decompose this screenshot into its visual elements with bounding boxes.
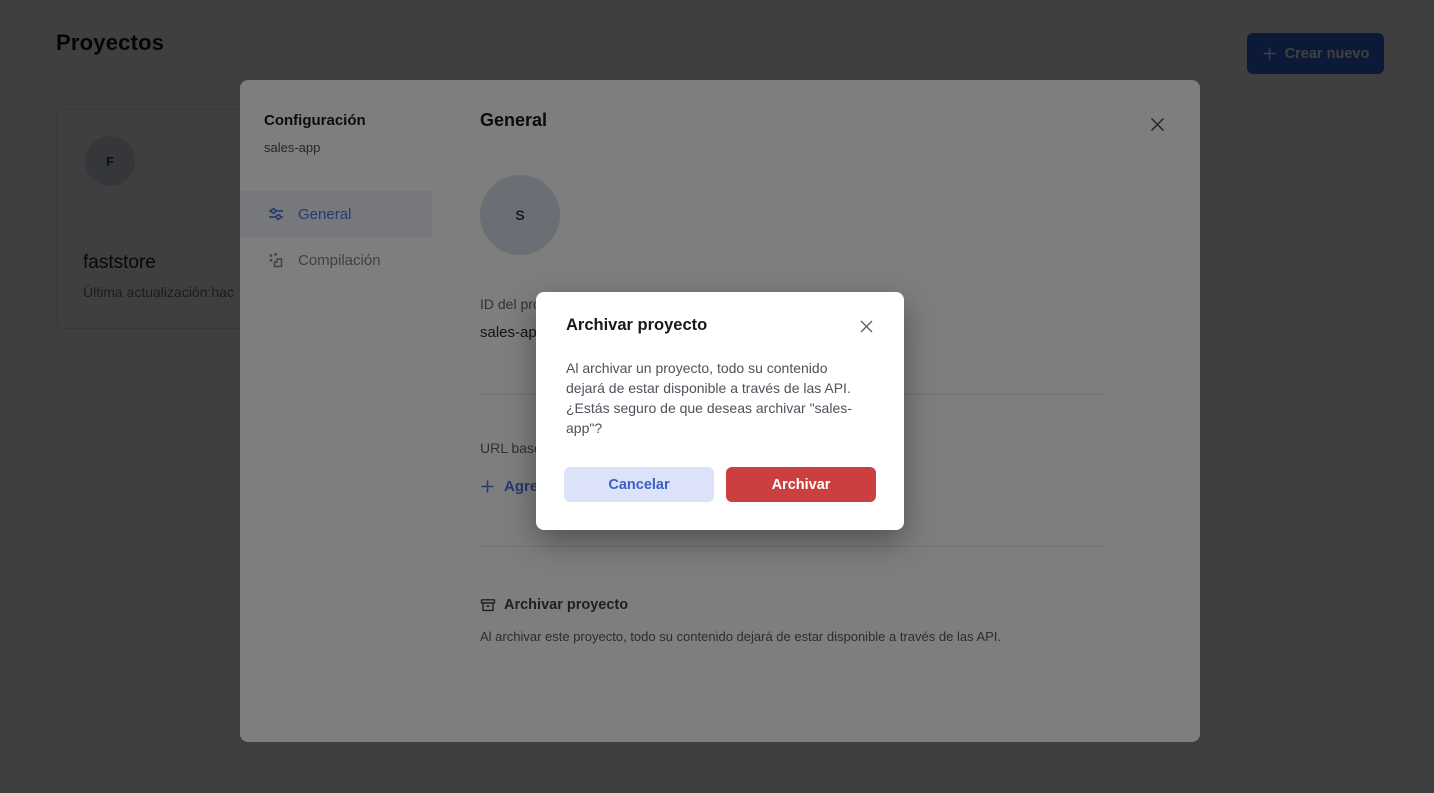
- archive-button[interactable]: Archivar: [726, 467, 876, 502]
- cancel-button[interactable]: Cancelar: [564, 467, 714, 502]
- archive-confirm-dialog: Archivar proyecto Al archivar un proyect…: [536, 292, 904, 530]
- close-icon: [859, 319, 874, 334]
- dialog-title: Archivar proyecto: [566, 316, 707, 335]
- dialog-body-text: Al archivar un proyecto, todo su conteni…: [566, 358, 882, 438]
- dialog-close-button[interactable]: [856, 316, 876, 336]
